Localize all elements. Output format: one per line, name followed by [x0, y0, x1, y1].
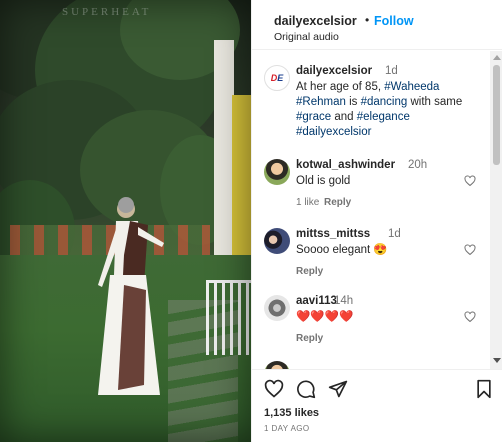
commenter-avatar[interactable] [264, 361, 290, 369]
comment-text: Old is gold [296, 175, 351, 187]
caption-username[interactable]: dailyexcelsior [296, 65, 372, 77]
comments-list[interactable]: DE dailyexcelsior 1d At her age of 85, #… [252, 51, 490, 369]
hashtag-link[interactable]: #dailyexcelsior [296, 126, 371, 138]
comment-time: 14h [334, 295, 354, 307]
comment-username[interactable]: mittss_mittss [296, 228, 370, 240]
likes-count[interactable]: 1,135 likes [264, 407, 319, 419]
comment-username[interactable]: kotwal_ashwinder [296, 159, 395, 171]
header-separator: • [365, 13, 370, 27]
video-watermark: SUPERHEAT [62, 6, 152, 18]
post-date: 1 DAY AGO [264, 424, 310, 433]
post-actions-bar: 1,135 likes 1 DAY AGO [252, 369, 502, 442]
commenter-avatar[interactable] [264, 159, 290, 185]
comments-scrollbar[interactable] [490, 51, 502, 369]
commenter-avatar[interactable] [264, 295, 290, 321]
comment-time: 1d [388, 228, 401, 240]
reply-button[interactable]: Reply [324, 197, 351, 208]
hashtag-link[interactable]: #dancing [361, 96, 408, 108]
share-send-icon[interactable] [328, 379, 348, 399]
caption-time: 1d [385, 65, 398, 77]
comment-likes[interactable]: 1 like [296, 197, 319, 208]
header-username[interactable]: dailyexcelsior [274, 14, 357, 28]
reply-button[interactable]: Reply [296, 333, 323, 344]
like-comment-heart-icon[interactable] [464, 244, 476, 256]
post-header: dailyexcelsior • Follow Original audio [252, 0, 502, 50]
like-comment-heart-icon[interactable] [464, 311, 476, 323]
like-comment-heart-icon[interactable] [464, 175, 476, 187]
post-side-panel: dailyexcelsior • Follow Original audio D… [251, 0, 502, 442]
follow-button[interactable]: Follow [374, 14, 414, 28]
hashtag-link[interactable]: #elegance [357, 111, 410, 123]
white-fence [206, 280, 251, 355]
hashtag-link[interactable]: #Waheeda [384, 81, 439, 93]
house-wall [214, 40, 234, 270]
comment-text: ❤️❤️❤️❤️ [296, 311, 354, 323]
post-media[interactable]: SUPERHEAT [0, 0, 251, 442]
hashtag-link[interactable]: #grace [296, 111, 331, 123]
like-heart-icon[interactable] [264, 379, 284, 399]
reply-button[interactable]: Reply [296, 266, 323, 277]
original-audio-link[interactable]: Original audio [274, 31, 339, 43]
scroll-up-arrow-icon[interactable] [493, 55, 501, 60]
hashtag-link[interactable]: #Rehman [296, 96, 346, 108]
caption-text: At her age of 85, #Waheeda #Rehman is #d… [296, 81, 463, 138]
comment-time: 20h [408, 159, 428, 171]
dancer-figure [98, 197, 164, 395]
yellow-wall [232, 95, 251, 255]
scrollbar-thumb[interactable] [493, 65, 500, 165]
commenter-avatar[interactable] [264, 228, 290, 254]
scroll-down-arrow-icon[interactable] [493, 358, 501, 363]
comment-text: Soooo elegant 😍 [296, 244, 388, 256]
save-bookmark-icon[interactable] [474, 379, 494, 399]
comment-username[interactable]: aavi113 [296, 295, 337, 307]
caption-avatar[interactable]: DE [264, 65, 290, 91]
comment-bubble-icon[interactable] [296, 379, 316, 399]
avatar-logo-text: DE [270, 73, 284, 83]
